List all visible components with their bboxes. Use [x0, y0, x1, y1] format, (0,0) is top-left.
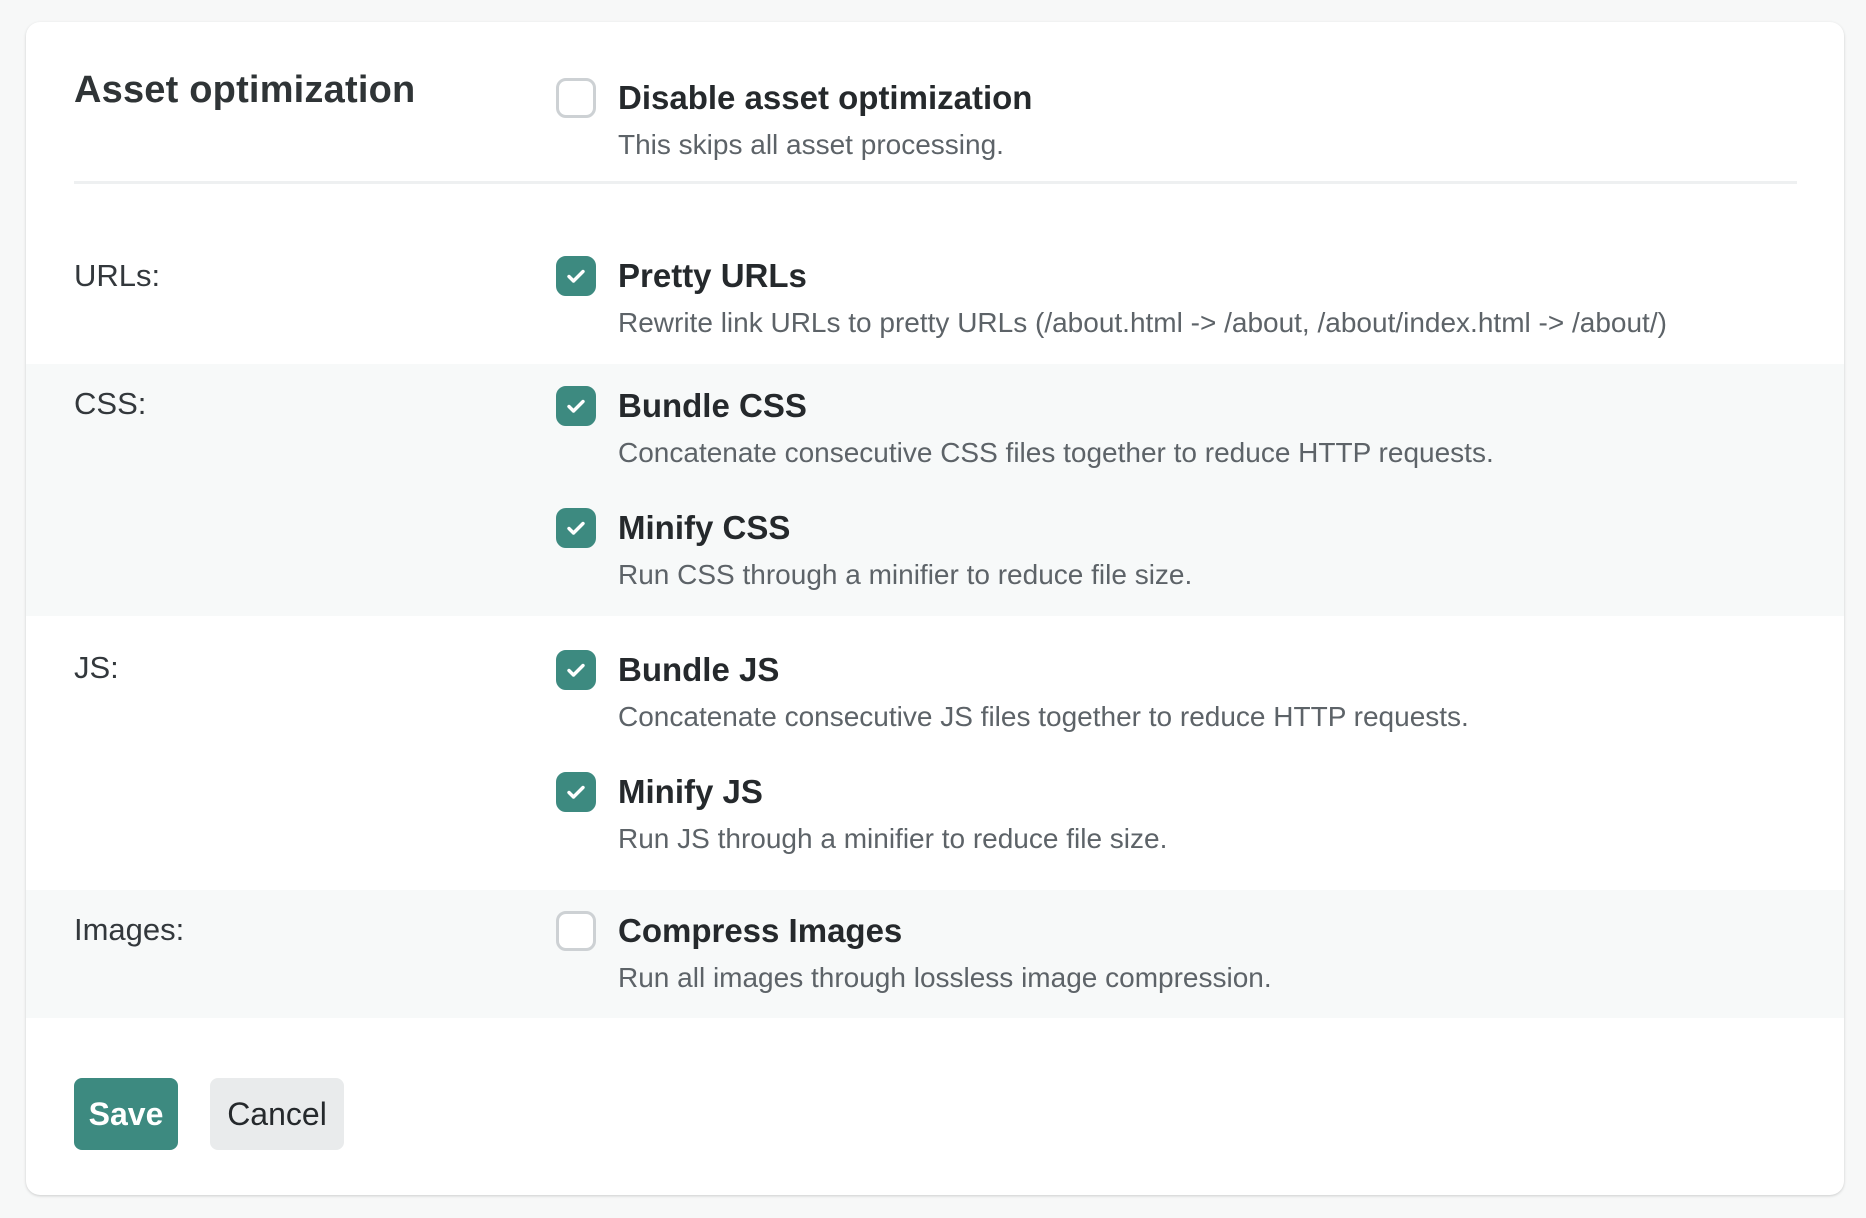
cancel-button[interactable]: Cancel: [210, 1078, 344, 1150]
compress-images-title[interactable]: Compress Images: [618, 911, 902, 951]
disable-optimization-checkbox[interactable]: [556, 78, 596, 118]
checkmark-icon: [567, 521, 585, 535]
minify-css-checkbox[interactable]: [556, 508, 596, 548]
row-images: Images: Compress Images Run all images t…: [26, 890, 1844, 1018]
checkmark-icon: [567, 399, 585, 413]
bundle-css-description: Concatenate consecutive CSS files togeth…: [618, 437, 1494, 468]
disable-optimization-title[interactable]: Disable asset optimization: [618, 78, 1032, 118]
bundle-js-description: Concatenate consecutive JS files togethe…: [618, 701, 1469, 732]
bundle-css-title[interactable]: Bundle CSS: [618, 386, 807, 426]
minify-css-description: Run CSS through a minifier to reduce fil…: [618, 559, 1193, 590]
disable-optimization-description: This skips all asset processing.: [618, 129, 1004, 160]
pretty-urls-title[interactable]: Pretty URLs: [618, 256, 807, 296]
settings-card: Asset optimization Disable asset optimiz…: [26, 22, 1844, 1195]
row-label-css: CSS:: [74, 386, 147, 421]
bundle-js-checkbox[interactable]: [556, 650, 596, 690]
bundle-css-checkbox[interactable]: [556, 386, 596, 426]
row-label-urls: URLs:: [74, 258, 161, 293]
save-button[interactable]: Save: [74, 1078, 178, 1150]
compress-images-description: Run all images through lossless image co…: [618, 962, 1272, 993]
checkmark-icon: [567, 269, 585, 283]
row-label-images: Images:: [74, 912, 185, 947]
bundle-js-title[interactable]: Bundle JS: [618, 650, 779, 690]
row-label-js: JS:: [74, 650, 119, 685]
pretty-urls-description: Rewrite link URLs to pretty URLs (/about…: [618, 307, 1667, 338]
row-urls: URLs: Pretty URLs Rewrite link URLs to p…: [26, 222, 1844, 354]
minify-js-description: Run JS through a minifier to reduce file…: [618, 823, 1168, 854]
minify-js-checkbox[interactable]: [556, 772, 596, 812]
row-css: CSS: Bundle CSS Concatenate consecutive …: [26, 364, 1844, 616]
checkmark-icon: [567, 663, 585, 677]
row-js: JS: Bundle JS Concatenate consecutive JS…: [26, 616, 1844, 890]
checkmark-icon: [567, 785, 585, 799]
minify-js-title[interactable]: Minify JS: [618, 772, 763, 812]
section-title: Asset optimization: [74, 69, 416, 111]
compress-images-checkbox[interactable]: [556, 911, 596, 951]
section-divider: [74, 181, 1797, 184]
pretty-urls-checkbox[interactable]: [556, 256, 596, 296]
minify-css-title[interactable]: Minify CSS: [618, 508, 790, 548]
